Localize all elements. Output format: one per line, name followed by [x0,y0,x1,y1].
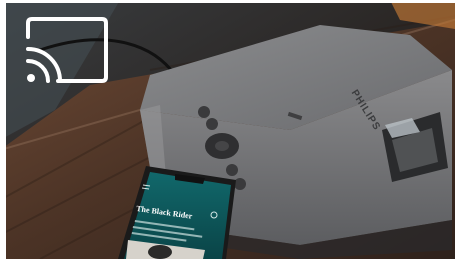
projector-button [206,118,218,130]
projector-button [226,164,238,176]
projector-button [234,178,246,190]
cast-icon [26,17,108,83]
photo-scene: PHILIPS The Black Rider [0,0,461,259]
projector-button [198,106,210,118]
